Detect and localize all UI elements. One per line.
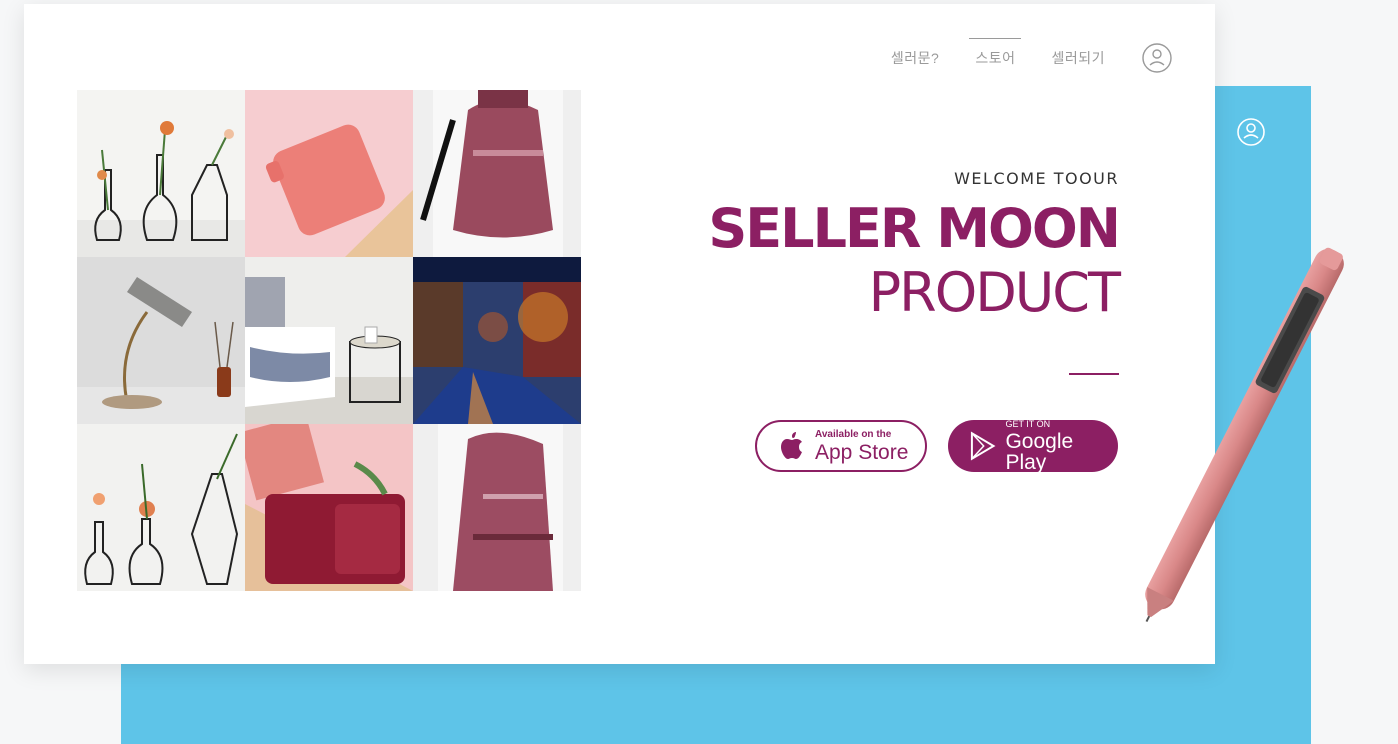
app-store-small-label: Available on the (815, 428, 892, 440)
hero-text: WELCOME TOOUR SELLER MOON PRODUCT (708, 169, 1121, 324)
pen-illustration (1145, 247, 1344, 623)
product-gallery (77, 90, 581, 592)
user-icon[interactable] (1235, 116, 1267, 148)
hero-card: 셀러문? 스토어 셀러되기 WELCOME TOOUR SELLER MOON … (24, 4, 1215, 664)
apple-logo-icon (781, 432, 802, 459)
gallery-tile-desk-lamp[interactable] (77, 257, 245, 424)
user-icon[interactable] (1141, 42, 1173, 74)
gallery-tile-backpack-back[interactable] (413, 424, 581, 591)
gallery-tile-vases-flowers[interactable] (77, 424, 245, 591)
nav-item-about[interactable]: 셀러문? (891, 48, 939, 68)
page-title: SELLER MOON (708, 197, 1121, 260)
nav-item-become-seller[interactable]: 셀러되기 (1051, 48, 1105, 68)
gallery-tile-canal-city[interactable] (413, 257, 581, 424)
gallery-tile-backpack[interactable] (413, 90, 581, 257)
app-store-button[interactable]: Available on the App Store (755, 420, 927, 472)
gallery-tile-pink-pouch[interactable] (245, 90, 413, 257)
welcome-text: WELCOME TOOUR (954, 169, 1119, 188)
top-nav: 셀러문? 스토어 셀러되기 (891, 38, 1173, 74)
gallery-tile-vases[interactable] (77, 90, 245, 257)
app-store-label: App Store (815, 440, 909, 464)
google-play-icon (970, 431, 996, 461)
nav-item-store[interactable]: 스토어 (969, 38, 1022, 68)
page-subtitle: PRODUCT (868, 261, 1121, 324)
gallery-tile-red-wallet[interactable] (245, 424, 413, 591)
gallery-tile-bedroom[interactable] (245, 257, 413, 424)
